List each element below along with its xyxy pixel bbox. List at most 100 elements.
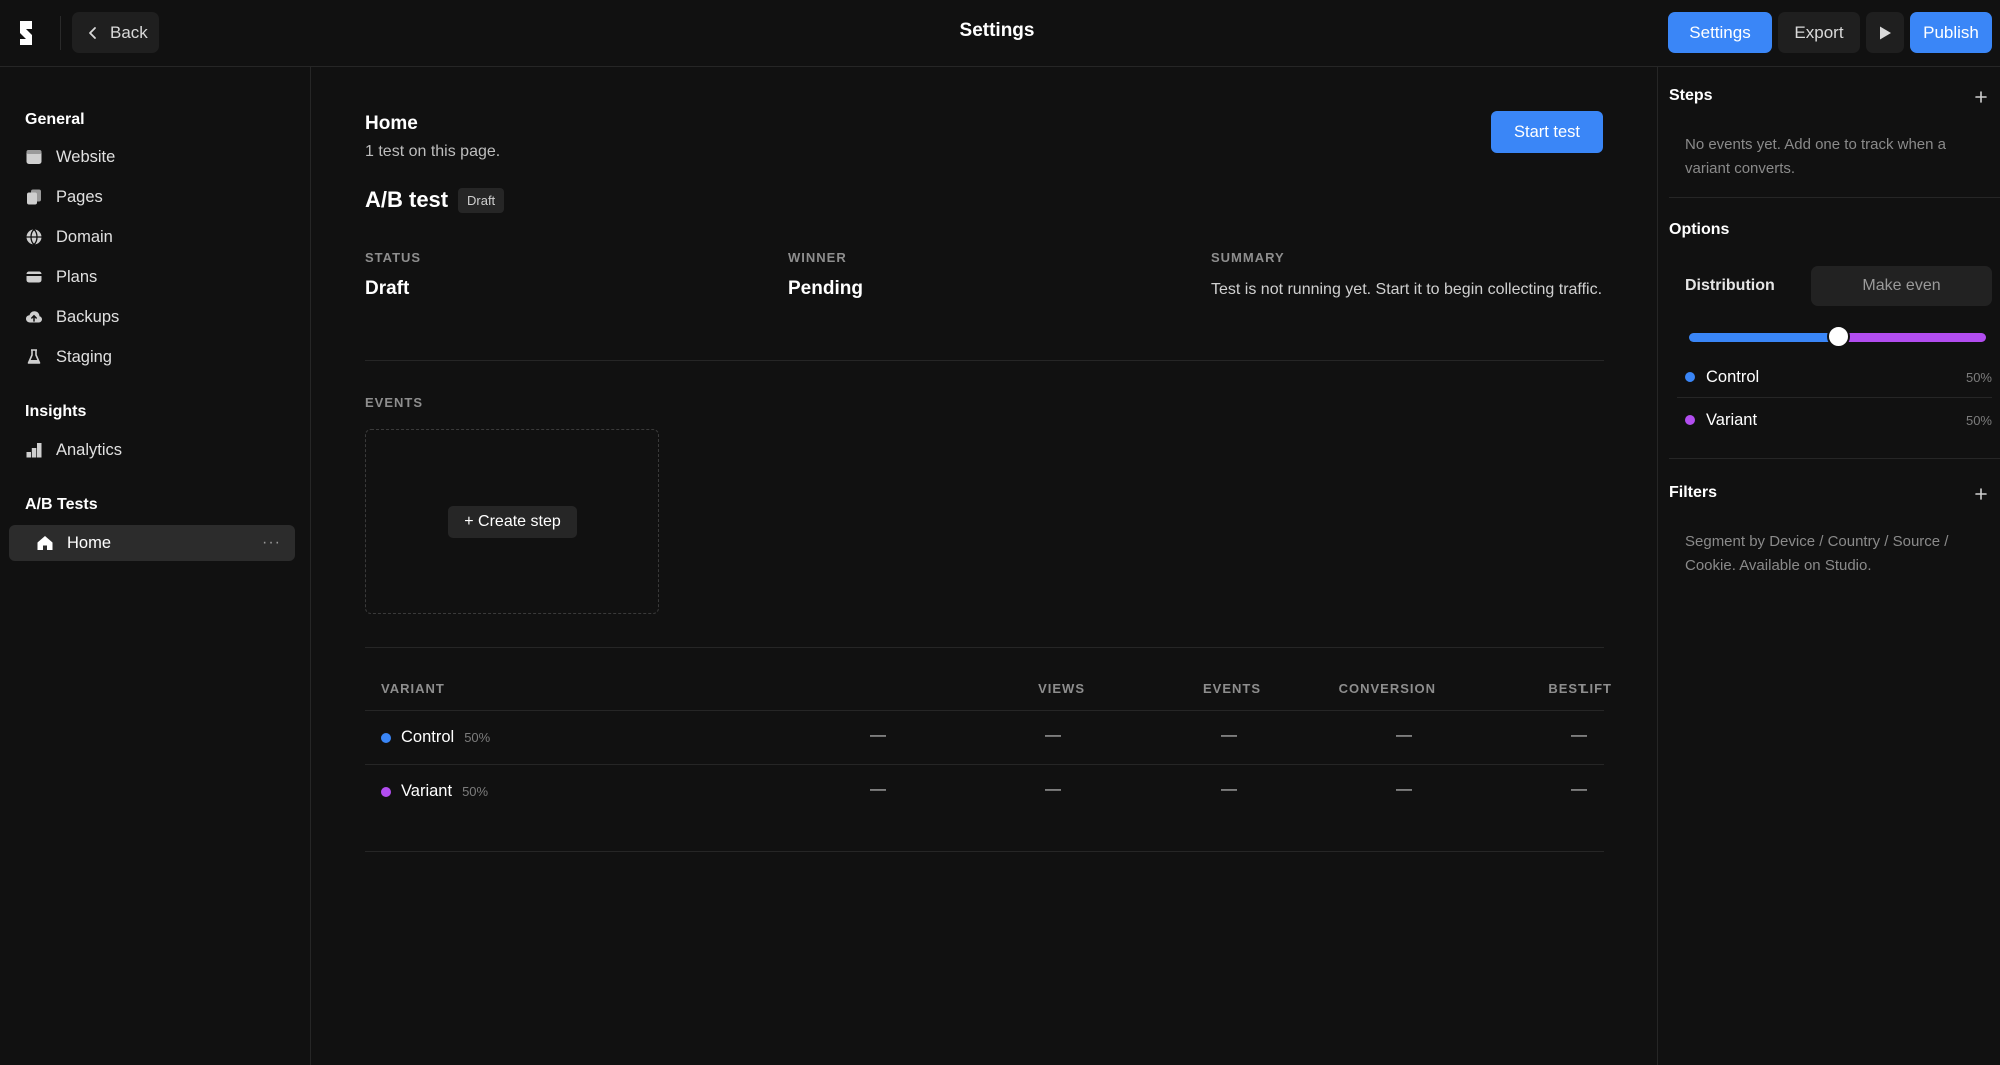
events-cell: — <box>1045 781 1061 798</box>
add-filter-icon[interactable] <box>1973 486 1989 502</box>
export-button[interactable]: Export <box>1778 12 1860 53</box>
sidebar: General Website Pages Domain Plans Backu… <box>0 67 311 1065</box>
views-cell: — <box>870 781 886 798</box>
variant-cell: Variant 50% <box>381 782 488 801</box>
globe-icon <box>26 229 42 245</box>
variant-percent: 50% <box>1965 412 1992 428</box>
chart-icon <box>26 443 42 458</box>
publish-button[interactable]: Publish <box>1910 12 1992 53</box>
sidebar-item-website[interactable]: Website <box>25 140 115 174</box>
filters-note: Segment by Device / Country / Source / C… <box>1685 533 1949 574</box>
events-label: EVENTS <box>365 395 424 410</box>
variant-percent: 50% <box>462 784 489 799</box>
status-badge: Draft <box>458 188 505 213</box>
lift-cell: — <box>1396 781 1412 798</box>
add-step-icon[interactable] <box>1973 89 1989 105</box>
sidebar-item-label: Analytics <box>56 440 123 459</box>
flask-icon <box>27 349 41 364</box>
sidebar-item-domain[interactable]: Domain <box>25 220 113 254</box>
column-header-best: BEST <box>1548 681 1587 696</box>
sidebar-item-label: Website <box>56 147 116 166</box>
variant-percent: 50% <box>1965 369 1992 385</box>
sidebar-item-label: Plans <box>56 267 98 286</box>
best-cell: — <box>1571 727 1587 744</box>
play-icon <box>1880 26 1891 39</box>
variant-row-variant[interactable]: Variant 50% <box>1685 400 1992 440</box>
views-cell: — <box>870 727 886 744</box>
sidebar-item-plans[interactable]: Plans <box>25 260 97 294</box>
top-bar: Back Settings Settings Export Publish <box>0 0 2000 67</box>
color-dot <box>1685 372 1695 382</box>
slider-variant-track <box>1838 333 1986 342</box>
start-test-button[interactable]: Start test <box>1491 111 1603 153</box>
steps-empty-note: No events yet. Add one to track when a v… <box>1685 136 1946 177</box>
color-dot <box>381 786 391 797</box>
top-actions: Settings Export Publish <box>1668 12 1992 53</box>
pages-icon <box>27 189 41 205</box>
cloud-upload-icon <box>26 311 42 323</box>
sidebar-item-staging[interactable]: Staging <box>25 340 112 374</box>
sidebar-section-general: General <box>25 111 85 128</box>
sidebar-item-label: Backups <box>56 307 120 326</box>
summary-value: Test is not running yet. Start it to beg… <box>1211 281 1603 298</box>
sidebar-item-label: Domain <box>56 227 113 246</box>
distribution-slider[interactable] <box>1689 325 1986 348</box>
events-cell: — <box>1045 727 1061 744</box>
variant-name: Variant <box>1706 410 1758 429</box>
test-title: A/B test <box>365 187 449 212</box>
browser-icon <box>26 150 42 164</box>
preview-button[interactable] <box>1866 12 1904 53</box>
variant-cell: Control 50% <box>381 728 490 747</box>
sidebar-section-insights: Insights <box>25 403 87 420</box>
variant-name: Control <box>1706 367 1760 386</box>
slider-control-track <box>1689 333 1838 342</box>
best-cell: — <box>1571 781 1587 798</box>
sidebar-item-label: Staging <box>56 347 112 366</box>
conversion-cell: — <box>1221 781 1237 798</box>
divider <box>1669 197 2000 198</box>
right-panel: Steps No events yet. Add one to track wh… <box>1657 67 2000 1065</box>
divider <box>365 851 1604 852</box>
page-subtitle: 1 test on this page. <box>365 143 501 160</box>
table-row[interactable]: Control 50% — — — — — <box>365 710 1604 764</box>
variant-row-control[interactable]: Control 50% <box>1685 357 1992 397</box>
page-name: Home <box>365 113 418 134</box>
sidebar-item-pages[interactable]: Pages <box>25 180 103 214</box>
create-step-button[interactable]: + Create step <box>448 506 577 538</box>
card-icon <box>26 271 42 283</box>
variant-name: Control <box>401 728 455 746</box>
summary-label: SUMMARY <box>1211 250 1285 265</box>
column-header-views: VIEWS <box>1038 681 1085 696</box>
make-even-button[interactable]: Make even <box>1811 266 1992 306</box>
sidebar-item-label: Home <box>67 533 112 552</box>
more-icon[interactable]: ··· <box>262 534 281 552</box>
sidebar-item-label: Pages <box>56 187 103 206</box>
slider-thumb[interactable] <box>1827 325 1850 348</box>
color-dot <box>1685 415 1695 425</box>
events-dropzone: + Create step <box>365 429 659 614</box>
divider <box>1669 458 2000 459</box>
variant-percent: 50% <box>464 730 491 745</box>
distribution-label: Distribution <box>1685 277 1775 294</box>
divider <box>1677 397 1992 398</box>
column-header-events: EVENTS <box>1202 681 1261 696</box>
main-content: Home 1 test on this page. Start test A/B… <box>312 67 1656 1065</box>
lift-cell: — <box>1396 727 1412 744</box>
settings-button[interactable]: Settings <box>1668 12 1772 53</box>
divider <box>365 647 1604 648</box>
variant-name: Variant <box>401 782 453 800</box>
color-dot <box>381 732 391 743</box>
home-icon <box>37 536 53 550</box>
sidebar-section-abtests: A/B Tests <box>25 496 98 513</box>
status-value: Draft <box>365 278 410 299</box>
sidebar-item-home[interactable]: Home ··· <box>9 525 295 561</box>
conversion-cell: — <box>1221 727 1237 744</box>
divider <box>365 360 1604 361</box>
filters-title: Filters <box>1669 484 1718 501</box>
status-label: STATUS <box>365 250 422 265</box>
winner-value: Pending <box>788 278 863 299</box>
table-row[interactable]: Variant 50% — — — — — <box>365 764 1604 818</box>
sidebar-item-backups[interactable]: Backups <box>25 300 119 334</box>
steps-title: Steps <box>1669 87 1713 104</box>
sidebar-item-analytics[interactable]: Analytics <box>25 433 122 467</box>
